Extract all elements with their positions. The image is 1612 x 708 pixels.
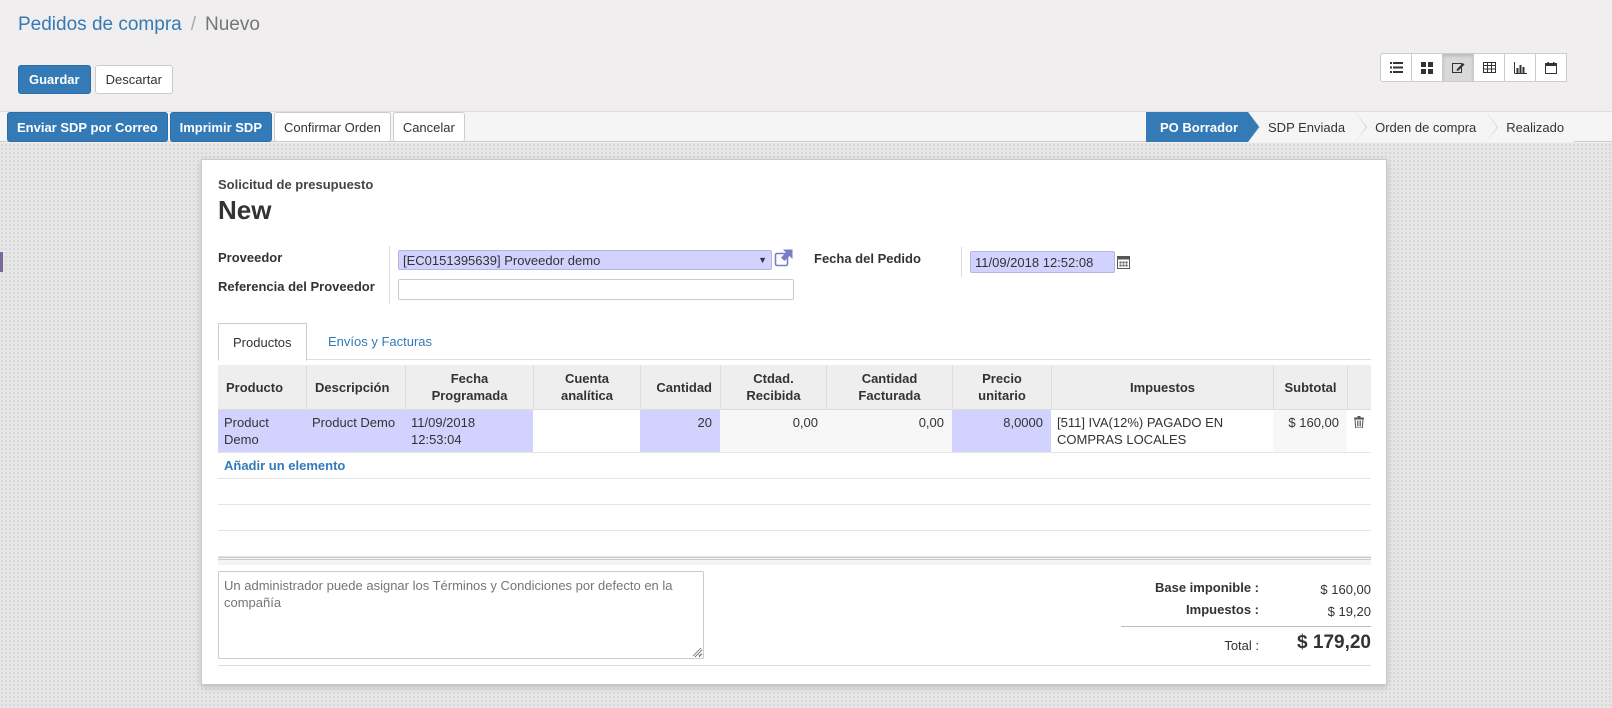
column-header-date-planned[interactable]: Fecha Programada	[405, 365, 533, 409]
vendor-label: Proveedor	[218, 250, 283, 265]
status-step-sent: SDP Enviada	[1248, 112, 1368, 142]
vendor-select[interactable]: [EC0151395639] Proveedor demo ▼	[398, 250, 772, 270]
cell-quantity[interactable]: 20	[640, 410, 720, 452]
vendor-select-value: [EC0151395639] Proveedor demo	[403, 252, 601, 268]
order-date-input[interactable]: 11/09/2018 12:52:08	[970, 251, 1115, 273]
form-view-button[interactable]	[1442, 53, 1474, 82]
cell-unit-price[interactable]: 8,0000	[952, 410, 1051, 452]
form-view-icon	[1451, 63, 1464, 73]
totals-separator	[1121, 626, 1371, 627]
form-actions: Guardar Descartar	[18, 65, 173, 94]
column-header-analytic-account[interactable]: Cuenta analítica	[533, 365, 640, 409]
field-divider	[389, 246, 390, 304]
kanban-view-button[interactable]	[1411, 53, 1443, 82]
confirm-order-button[interactable]: Confirmar Orden	[274, 112, 391, 142]
add-line-row: Añadir un elemento	[218, 453, 1371, 479]
document-title: New	[218, 195, 272, 225]
order-lines-table: Producto Descripción Fecha Programada Cu…	[218, 365, 1371, 565]
calendar-icon[interactable]	[1117, 255, 1131, 269]
cell-product[interactable]: Product Demo	[218, 410, 306, 452]
add-line-link[interactable]: Añadir un elemento	[224, 458, 345, 473]
list-view-icon	[1389, 62, 1403, 73]
breadcrumb: Pedidos de compra / Nuevo	[18, 14, 260, 36]
status-step-done: Realizado	[1486, 112, 1575, 142]
empty-row	[218, 531, 1371, 557]
graph-view-button[interactable]	[1504, 53, 1536, 82]
scroll-marker	[0, 252, 3, 272]
document-type-label: Solicitud de presupuesto	[218, 177, 374, 192]
empty-row	[218, 505, 1371, 531]
empty-row	[218, 479, 1371, 505]
status-step-label: SDP Enviada	[1268, 119, 1346, 135]
order-date-label: Fecha del Pedido	[814, 251, 921, 266]
taxes-amount-value: $ 19,20	[1327, 604, 1371, 619]
trash-icon	[1354, 416, 1364, 428]
cell-subtotal: $ 160,00	[1273, 410, 1347, 452]
column-header-quantity[interactable]: Cantidad	[640, 365, 720, 409]
table-header: Producto Descripción Fecha Programada Cu…	[218, 365, 1371, 410]
discard-button[interactable]: Descartar	[94, 65, 173, 94]
delete-line-button[interactable]	[1347, 410, 1371, 452]
external-link-icon[interactable]	[774, 248, 794, 268]
order-date-value: 11/09/2018 12:52:08	[975, 254, 1094, 270]
table-row[interactable]: Product Demo Product Demo 11/09/2018 12:…	[218, 410, 1371, 453]
cell-qty-received: 0,00	[720, 410, 826, 452]
total-amount-label: Total :	[1224, 638, 1259, 653]
column-header-qty-invoiced[interactable]: Cantidad Facturada	[826, 365, 952, 409]
cell-date-planned[interactable]: 11/09/2018 12:53:04	[405, 410, 533, 452]
form-sheet: Solicitud de presupuesto New Proveedor R…	[201, 159, 1387, 685]
status-step-draft: PO Borrador	[1146, 112, 1261, 142]
vendor-reference-label: Referencia del Proveedor	[218, 279, 375, 294]
kanban-view-icon	[1421, 61, 1433, 74]
graph-view-icon	[1513, 61, 1527, 74]
calendar-view-button[interactable]	[1535, 53, 1567, 82]
tab-products[interactable]: Productos	[218, 323, 307, 361]
column-header-description[interactable]: Descripción	[306, 365, 405, 409]
cell-qty-invoiced: 0,00	[826, 410, 952, 452]
field-divider	[961, 247, 962, 277]
send-rfq-email-button[interactable]: Enviar SDP por Correo	[7, 112, 168, 142]
cancel-order-button[interactable]: Cancelar	[392, 112, 465, 142]
notebook-tabs: Productos Envíos y Facturas	[218, 323, 1371, 361]
cell-description[interactable]: Product Demo	[306, 410, 405, 452]
status-steps: PO Borrador SDP Enviada Orden de compra …	[1146, 112, 1575, 142]
status-step-purchase-order: Orden de compra	[1355, 112, 1499, 142]
untaxed-amount-value: $ 160,00	[1320, 582, 1371, 597]
total-amount-value: $ 179,20	[1297, 632, 1371, 653]
caret-down-icon: ▼	[758, 255, 767, 265]
resize-grip-icon[interactable]	[690, 645, 702, 657]
view-switcher	[1380, 53, 1567, 82]
breadcrumb-parent-link[interactable]: Pedidos de compra	[18, 14, 182, 36]
column-header-product[interactable]: Producto	[218, 365, 306, 409]
tab-shipping-invoices[interactable]: Envíos y Facturas	[314, 323, 446, 360]
form-bottom-divider	[218, 665, 1371, 666]
print-rfq-button[interactable]: Imprimir SDP	[169, 112, 272, 142]
save-button[interactable]: Guardar	[18, 65, 91, 94]
breadcrumb-separator: /	[190, 14, 196, 35]
column-header-unit-price[interactable]: Precio unitario	[952, 365, 1051, 409]
status-step-label: PO Borrador	[1160, 119, 1239, 135]
taxes-amount-label: Impuestos :	[1186, 602, 1259, 617]
statusbar: Enviar SDP por Correo Imprimir SDP Confi…	[0, 111, 1612, 142]
status-step-label: Orden de compra	[1375, 119, 1477, 135]
list-view-button[interactable]	[1380, 53, 1412, 82]
vendor-reference-input[interactable]	[398, 279, 794, 300]
control-panel: Pedidos de compra / Nuevo Guardar Descar…	[0, 0, 1612, 113]
status-buttons: Enviar SDP por Correo Imprimir SDP Confi…	[7, 112, 465, 142]
pivot-view-button[interactable]	[1473, 53, 1505, 82]
calendar-view-icon	[1545, 61, 1557, 74]
status-step-label: Realizado	[1506, 119, 1565, 135]
breadcrumb-current: Nuevo	[205, 14, 260, 35]
untaxed-amount-label: Base imponible :	[1154, 580, 1259, 595]
cell-analytic-account[interactable]	[533, 410, 640, 452]
pivot-view-icon	[1482, 62, 1496, 73]
column-header-subtotal[interactable]: Subtotal	[1273, 365, 1347, 409]
terms-conditions-textarea[interactable]	[218, 571, 704, 659]
column-header-actions	[1347, 365, 1371, 409]
column-header-qty-received[interactable]: Ctdad. Recibida	[720, 365, 826, 409]
cell-taxes[interactable]: [511] IVA(12%) PAGADO EN COMPRAS LOCALES	[1051, 410, 1273, 452]
column-header-taxes[interactable]: Impuestos	[1051, 365, 1273, 409]
table-footer	[218, 557, 1371, 565]
